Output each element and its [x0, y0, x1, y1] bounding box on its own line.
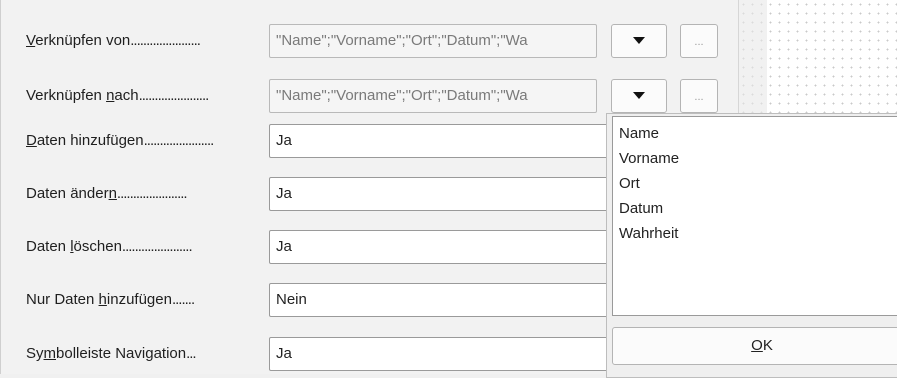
chevron-down-icon [633, 91, 645, 99]
label-add-data: Daten hinzufügen...................... [26, 132, 214, 149]
link-from-field[interactable]: "Name";"Vorname";"Ort";"Datum";"Wa [269, 24, 597, 58]
label-delete-data: Daten löschen...................... [26, 238, 193, 255]
label-link-to: Verknüpfen nach...................... [26, 87, 209, 104]
navigation-bar-select[interactable]: Ja [269, 337, 629, 371]
chevron-down-icon [633, 36, 645, 44]
field-list[interactable]: Name Vorname Ort Datum Wahrheit [612, 116, 897, 316]
list-item[interactable]: Name [619, 121, 897, 146]
field-list-popup: Name Vorname Ort Datum Wahrheit OK [606, 113, 897, 378]
list-item[interactable]: Datum [619, 196, 897, 221]
list-item[interactable]: Wahrheit [619, 221, 897, 246]
modify-data-select[interactable]: Ja [269, 177, 629, 211]
only-add-data-select[interactable]: Nein [269, 283, 629, 317]
label-only-add-data: Nur Daten hinzufügen....... [26, 291, 195, 308]
list-item[interactable]: Ort [619, 171, 897, 196]
link-from-browse-button[interactable]: ... [680, 24, 718, 58]
link-to-browse-button[interactable]: ... [680, 79, 718, 113]
delete-data-select[interactable]: Ja [269, 230, 629, 264]
ok-button[interactable]: OK [612, 327, 897, 365]
add-data-select[interactable]: Ja [269, 124, 629, 158]
link-to-dropdown-button[interactable] [611, 79, 667, 113]
label-link-from: Verknüpfen von...................... [26, 32, 201, 49]
label-navigation-bar: Symbolleiste Navigation... [26, 345, 197, 362]
link-to-field[interactable]: "Name";"Vorname";"Ort";"Datum";"Wa [269, 79, 597, 113]
label-modify-data: Daten ändern...................... [26, 185, 188, 202]
link-from-dropdown-button[interactable] [611, 24, 667, 58]
list-item[interactable]: Vorname [619, 146, 897, 171]
